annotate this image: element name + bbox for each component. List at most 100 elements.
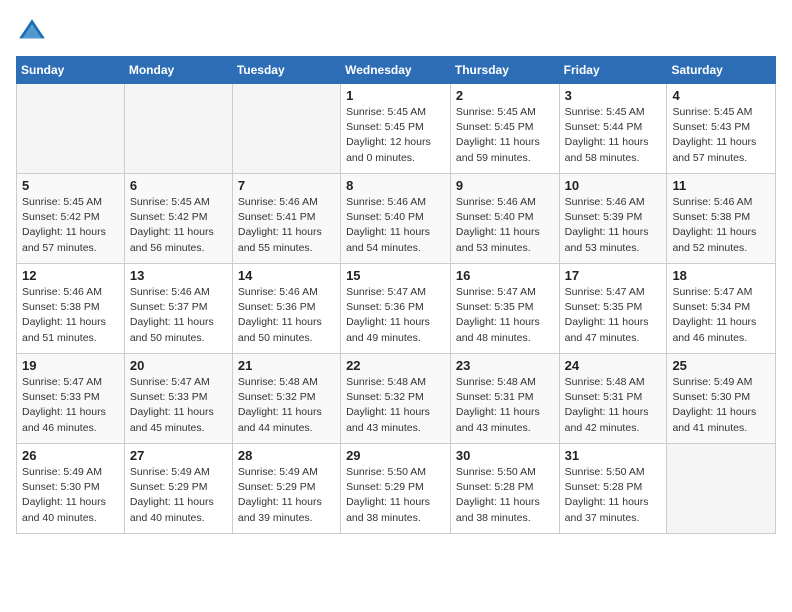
calendar-cell: 13 Sunrise: 5:46 AM Sunset: 5:37 PM Dayli… — [124, 264, 232, 354]
day-info: Sunrise: 5:49 AM Sunset: 5:29 PM Dayligh… — [130, 465, 227, 526]
calendar-cell: 15 Sunrise: 5:47 AM Sunset: 5:36 PM Dayli… — [341, 264, 451, 354]
day-number: 20 — [130, 358, 227, 373]
calendar-cell: 9Sunrise: 5:46 AM Sunset: 5:40 PM Daylig… — [450, 174, 559, 264]
header-tuesday: Tuesday — [232, 57, 340, 84]
calendar-cell: 19Sunrise: 5:47 AM Sunset: 5:33 PM Dayli… — [17, 354, 125, 444]
week-row-1: 1 Sunrise: 5:45 AM Sunset: 5:45 PM Daylig… — [17, 84, 776, 174]
calendar-cell: 4 Sunrise: 5:45 AM Sunset: 5:43 PM Daylig… — [667, 84, 776, 174]
logo — [16, 16, 52, 48]
day-info: Sunrise: 5:45 AM Sunset: 5:45 PM Dayligh… — [346, 105, 445, 166]
day-number: 1 — [346, 88, 445, 103]
day-number: 29 — [346, 448, 445, 463]
day-number: 2 — [456, 88, 554, 103]
calendar-cell: 30 Sunrise: 5:50 AM Sunset: 5:28 PM Dayli… — [450, 444, 559, 534]
calendar-cell: 22Sunrise: 5:48 AM Sunset: 5:32 PM Dayli… — [341, 354, 451, 444]
calendar-cell: 2 Sunrise: 5:45 AM Sunset: 5:45 PM Daylig… — [450, 84, 559, 174]
day-info: Sunrise: 5:50 AM Sunset: 5:29 PM Dayligh… — [346, 465, 445, 526]
calendar-cell: 24 Sunrise: 5:48 AM Sunset: 5:31 PM Dayli… — [559, 354, 667, 444]
day-number: 27 — [130, 448, 227, 463]
day-number: 14 — [238, 268, 335, 283]
header-friday: Friday — [559, 57, 667, 84]
day-number: 11 — [672, 178, 770, 193]
calendar-cell: 8Sunrise: 5:46 AM Sunset: 5:40 PM Daylig… — [341, 174, 451, 264]
day-info: Sunrise: 5:45 AM Sunset: 5:44 PM Dayligh… — [565, 105, 662, 166]
day-info: Sunrise: 5:45 AM Sunset: 5:43 PM Dayligh… — [672, 105, 770, 166]
calendar-cell: 17Sunrise: 5:47 AM Sunset: 5:35 PM Dayli… — [559, 264, 667, 354]
day-number: 3 — [565, 88, 662, 103]
day-info: Sunrise: 5:46 AM Sunset: 5:37 PM Dayligh… — [130, 285, 227, 346]
day-number: 10 — [565, 178, 662, 193]
calendar-cell: 6 Sunrise: 5:45 AM Sunset: 5:42 PM Daylig… — [124, 174, 232, 264]
calendar-cell: 3 Sunrise: 5:45 AM Sunset: 5:44 PM Daylig… — [559, 84, 667, 174]
day-info: Sunrise: 5:47 AM Sunset: 5:35 PM Dayligh… — [456, 285, 554, 346]
calendar-cell: 14 Sunrise: 5:46 AM Sunset: 5:36 PM Dayli… — [232, 264, 340, 354]
day-info: Sunrise: 5:46 AM Sunset: 5:36 PM Dayligh… — [238, 285, 335, 346]
week-row-2: 5Sunrise: 5:45 AM Sunset: 5:42 PM Daylig… — [17, 174, 776, 264]
calendar-cell: 10 Sunrise: 5:46 AM Sunset: 5:39 PM Dayli… — [559, 174, 667, 264]
week-row-4: 19Sunrise: 5:47 AM Sunset: 5:33 PM Dayli… — [17, 354, 776, 444]
header-row: SundayMondayTuesdayWednesdayThursdayFrid… — [17, 57, 776, 84]
day-info: Sunrise: 5:47 AM Sunset: 5:34 PM Dayligh… — [672, 285, 770, 346]
day-info: Sunrise: 5:45 AM Sunset: 5:45 PM Dayligh… — [456, 105, 554, 166]
week-row-3: 12 Sunrise: 5:46 AM Sunset: 5:38 PM Dayli… — [17, 264, 776, 354]
calendar-cell: 26Sunrise: 5:49 AM Sunset: 5:30 PM Dayli… — [17, 444, 125, 534]
day-number: 4 — [672, 88, 770, 103]
calendar-cell: 12 Sunrise: 5:46 AM Sunset: 5:38 PM Dayli… — [17, 264, 125, 354]
day-info: Sunrise: 5:47 AM Sunset: 5:36 PM Dayligh… — [346, 285, 445, 346]
day-number: 6 — [130, 178, 227, 193]
day-info: Sunrise: 5:49 AM Sunset: 5:29 PM Dayligh… — [238, 465, 335, 526]
day-number: 28 — [238, 448, 335, 463]
day-info: Sunrise: 5:48 AM Sunset: 5:32 PM Dayligh… — [238, 375, 335, 436]
calendar-cell: 11 Sunrise: 5:46 AM Sunset: 5:38 PM Dayli… — [667, 174, 776, 264]
day-info: Sunrise: 5:46 AM Sunset: 5:38 PM Dayligh… — [22, 285, 119, 346]
day-number: 16 — [456, 268, 554, 283]
calendar-cell — [667, 444, 776, 534]
calendar-cell: 25 Sunrise: 5:49 AM Sunset: 5:30 PM Dayli… — [667, 354, 776, 444]
calendar-table: SundayMondayTuesdayWednesdayThursdayFrid… — [16, 56, 776, 534]
day-info: Sunrise: 5:50 AM Sunset: 5:28 PM Dayligh… — [456, 465, 554, 526]
day-number: 26 — [22, 448, 119, 463]
calendar-cell: 27 Sunrise: 5:49 AM Sunset: 5:29 PM Dayli… — [124, 444, 232, 534]
day-info: Sunrise: 5:50 AM Sunset: 5:28 PM Dayligh… — [565, 465, 662, 526]
day-info: Sunrise: 5:47 AM Sunset: 5:33 PM Dayligh… — [22, 375, 119, 436]
calendar-cell — [17, 84, 125, 174]
day-number: 17 — [565, 268, 662, 283]
day-number: 22 — [346, 358, 445, 373]
header-saturday: Saturday — [667, 57, 776, 84]
calendar-cell: 1 Sunrise: 5:45 AM Sunset: 5:45 PM Daylig… — [341, 84, 451, 174]
day-info: Sunrise: 5:46 AM Sunset: 5:38 PM Dayligh… — [672, 195, 770, 256]
day-info: Sunrise: 5:46 AM Sunset: 5:40 PM Dayligh… — [456, 195, 554, 256]
calendar-cell: 31 Sunrise: 5:50 AM Sunset: 5:28 PM Dayli… — [559, 444, 667, 534]
calendar-cell: 18Sunrise: 5:47 AM Sunset: 5:34 PM Dayli… — [667, 264, 776, 354]
calendar-cell: 20Sunrise: 5:47 AM Sunset: 5:33 PM Dayli… — [124, 354, 232, 444]
day-number: 23 — [456, 358, 554, 373]
day-number: 12 — [22, 268, 119, 283]
logo-icon — [16, 16, 48, 48]
header-wednesday: Wednesday — [341, 57, 451, 84]
day-number: 25 — [672, 358, 770, 373]
day-info: Sunrise: 5:49 AM Sunset: 5:30 PM Dayligh… — [672, 375, 770, 436]
calendar-cell: 5Sunrise: 5:45 AM Sunset: 5:42 PM Daylig… — [17, 174, 125, 264]
day-info: Sunrise: 5:48 AM Sunset: 5:31 PM Dayligh… — [565, 375, 662, 436]
day-info: Sunrise: 5:45 AM Sunset: 5:42 PM Dayligh… — [22, 195, 119, 256]
day-number: 13 — [130, 268, 227, 283]
day-info: Sunrise: 5:48 AM Sunset: 5:31 PM Dayligh… — [456, 375, 554, 436]
calendar-cell: 29 Sunrise: 5:50 AM Sunset: 5:29 PM Dayli… — [341, 444, 451, 534]
day-number: 30 — [456, 448, 554, 463]
day-info: Sunrise: 5:46 AM Sunset: 5:39 PM Dayligh… — [565, 195, 662, 256]
calendar-cell: 7 Sunrise: 5:46 AM Sunset: 5:41 PM Daylig… — [232, 174, 340, 264]
calendar-cell — [124, 84, 232, 174]
header-monday: Monday — [124, 57, 232, 84]
week-row-5: 26Sunrise: 5:49 AM Sunset: 5:30 PM Dayli… — [17, 444, 776, 534]
calendar-cell: 28 Sunrise: 5:49 AM Sunset: 5:29 PM Dayli… — [232, 444, 340, 534]
day-number: 31 — [565, 448, 662, 463]
day-number: 8 — [346, 178, 445, 193]
day-info: Sunrise: 5:46 AM Sunset: 5:41 PM Dayligh… — [238, 195, 335, 256]
day-number: 15 — [346, 268, 445, 283]
header-sunday: Sunday — [17, 57, 125, 84]
header-thursday: Thursday — [450, 57, 559, 84]
day-info: Sunrise: 5:45 AM Sunset: 5:42 PM Dayligh… — [130, 195, 227, 256]
page-header — [16, 16, 776, 48]
day-number: 24 — [565, 358, 662, 373]
day-number: 7 — [238, 178, 335, 193]
